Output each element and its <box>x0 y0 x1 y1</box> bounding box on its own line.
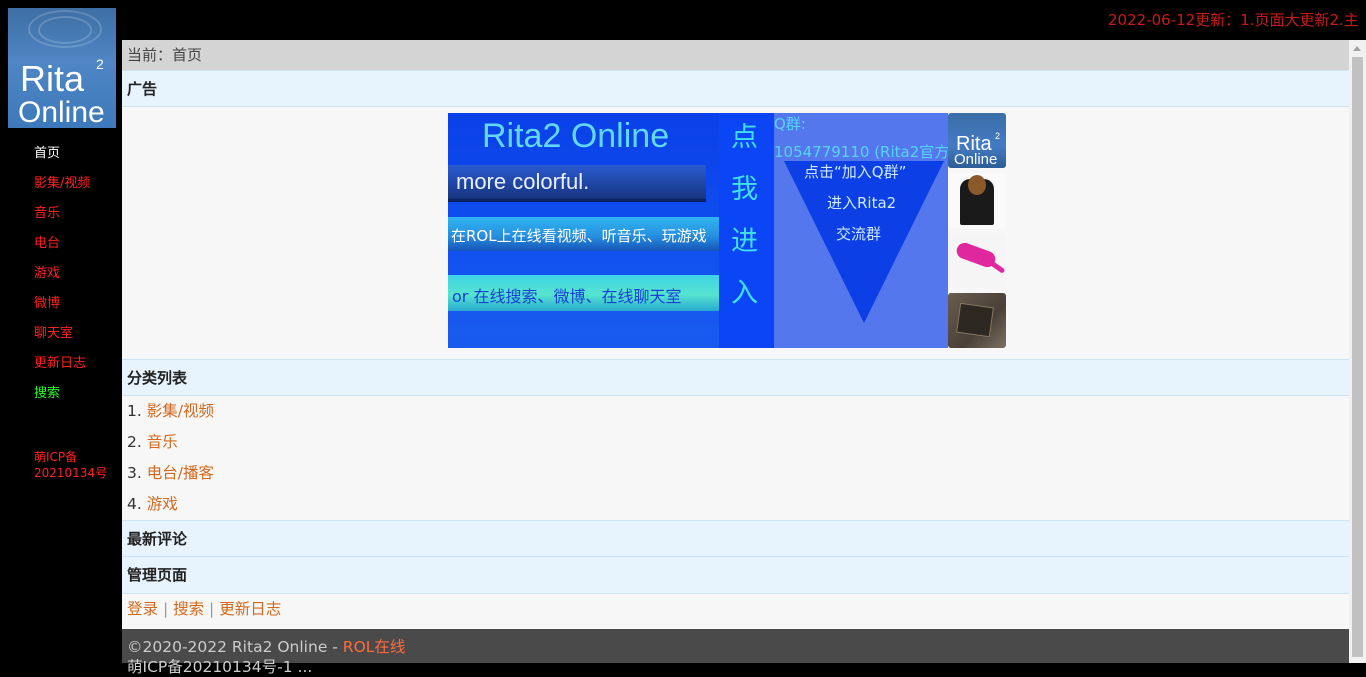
banner-qq-number: 1054779110 (Rita2官方) <box>774 143 948 161</box>
banner-qq-label: Q群: <box>774 115 806 133</box>
list-item-number: 1. <box>127 402 147 420</box>
banner-intro-panel: Rita2 Online more colorful. 在ROL上在线看视频、听… <box>448 113 719 348</box>
banner-enter-panel[interactable]: 点 我 进 入 <box>719 113 774 348</box>
section-header-comments: 最新评论 <box>122 520 1349 557</box>
logo-text-online: Online <box>18 96 105 128</box>
changelog-link[interactable]: 更新日志 <box>219 600 281 618</box>
thumb-logo-online: Online <box>954 151 998 168</box>
link-separator: | <box>158 600 174 618</box>
nav-item-changelog[interactable]: 更新日志 <box>34 356 86 372</box>
list-item-number: 2. <box>127 433 147 451</box>
banner-feature-bar-1: 在ROL上在线看视频、听音乐、玩游戏 <box>448 217 719 251</box>
banner-feature-1: 在ROL上在线看视频、听音乐、玩游戏 <box>451 227 707 245</box>
footer-icp[interactable]: 萌ICP备20210134号-1 ... <box>127 655 312 677</box>
banner-qq-panel[interactable]: Q群: 1054779110 (Rita2官方) 点击“加入Q群” 进入Rita… <box>774 113 948 348</box>
banner-title: Rita2 Online <box>482 117 670 155</box>
nav-item-chatroom[interactable]: 聊天室 <box>34 326 73 342</box>
icp-license-link[interactable]: 萌ICP备20210134号 <box>34 449 114 481</box>
site-logo[interactable]: Rita 2 Online <box>8 8 116 128</box>
section-header-admin: 管理页面 <box>122 557 1349 594</box>
section-header-ad: 广告 <box>122 70 1349 107</box>
scrollbar-thumb[interactable] <box>1352 57 1363 657</box>
thumb-logo-sup: 2 <box>995 131 1001 141</box>
sidebar: Rita 2 Online 首页 影集/视频 音乐 电台 游戏 微博 聊天室 更… <box>0 0 122 663</box>
nav-item-home[interactable]: 首页 <box>34 146 60 162</box>
banner-enter-char-3: 进 <box>731 226 758 257</box>
main-nav: 首页 影集/视频 音乐 电台 游戏 微博 聊天室 更新日志 搜索 <box>34 146 90 416</box>
nav-item-video[interactable]: 影集/视频 <box>34 176 90 192</box>
nav-item-music[interactable]: 音乐 <box>34 206 60 222</box>
link-separator: | <box>204 600 220 618</box>
logo-text-rita: Rita <box>20 58 85 99</box>
main-content: 当前：首页 广告 Rita2 Online more colorful. 在RO… <box>122 40 1349 676</box>
list-item-number: 3. <box>127 464 147 482</box>
banner-feature-2: or 在线搜索、微博、在线聊天室 <box>452 287 682 306</box>
banner-cta-3: 交流群 <box>836 225 882 243</box>
category-link-radio[interactable]: 电台/播客 <box>147 464 214 482</box>
nav-item-radio[interactable]: 电台 <box>34 236 60 252</box>
list-item: 1. 影集/视频 <box>122 396 1349 427</box>
list-item: 3. 电台/播客 <box>122 458 1349 489</box>
section-header-categories: 分类列表 <box>122 359 1349 396</box>
banner-feature-bar-2: or 在线搜索、微博、在线聊天室 <box>448 275 719 311</box>
category-link-music[interactable]: 音乐 <box>147 433 178 451</box>
logo-text-sup: 2 <box>96 56 104 72</box>
footer-rol-link[interactable]: ROL在线 <box>343 638 406 656</box>
banner-cta-2: 进入Rita2 <box>827 194 897 212</box>
banner-enter-char-2: 我 <box>731 174 758 205</box>
banner-thumb-chip <box>948 293 1006 348</box>
banner-thumb-logo: Rita 2 Online <box>948 113 1006 168</box>
search-link[interactable]: 搜索 <box>173 600 204 618</box>
breadcrumb: 当前：首页 <box>122 40 1349 70</box>
admin-links: 登录 | 搜索 | 更新日志 <box>122 594 1349 625</box>
banner-slogan-bar: more colorful. <box>448 165 706 202</box>
scroll-up-icon[interactable] <box>1353 46 1361 51</box>
category-link-video[interactable]: 影集/视频 <box>147 402 214 420</box>
footer: ©2020-2022 Rita2 Online - ROL在线 萌ICP备202… <box>122 629 1349 676</box>
update-marquee: 2022-06-12更新：1.页面大更新2.主 <box>1108 11 1358 29</box>
banner-enter-char-1: 点 <box>731 122 758 153</box>
banner-cta-1: 点击“加入Q群” <box>804 163 907 181</box>
list-item-number: 4. <box>127 495 147 513</box>
ad-banner[interactable]: Rita2 Online more colorful. 在ROL上在线看视频、听… <box>448 113 1006 348</box>
banner-thumb-person <box>948 173 1006 228</box>
footer-copyright-line: ©2020-2022 Rita2 Online - ROL在线 <box>127 635 405 657</box>
banner-enter-char-4: 入 <box>731 278 758 309</box>
banner-slogan: more colorful. <box>456 169 590 194</box>
category-link-games[interactable]: 游戏 <box>147 495 178 513</box>
nav-item-search[interactable]: 搜索 <box>34 386 60 402</box>
category-list: 1. 影集/视频 2. 音乐 3. 电台/播客 4. 游戏 <box>122 396 1349 520</box>
nav-item-games[interactable]: 游戏 <box>34 266 60 282</box>
ad-area: Rita2 Online more colorful. 在ROL上在线看视频、听… <box>122 107 1349 359</box>
footer-copyright: ©2020-2022 Rita2 Online - <box>127 638 343 656</box>
list-item: 2. 音乐 <box>122 427 1349 458</box>
banner-thumb-lizard <box>948 233 1006 288</box>
nav-item-weibo[interactable]: 微博 <box>34 296 60 312</box>
vertical-scrollbar[interactable] <box>1349 40 1366 663</box>
list-item: 4. 游戏 <box>122 489 1349 520</box>
login-link[interactable]: 登录 <box>127 600 158 618</box>
